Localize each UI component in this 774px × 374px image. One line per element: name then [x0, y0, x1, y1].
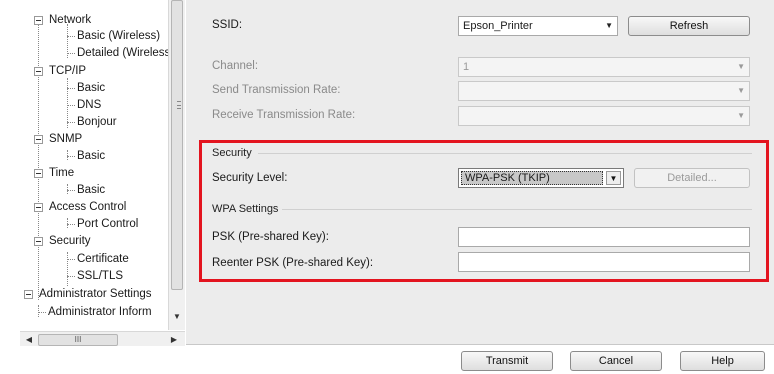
highlight-annotation-box — [199, 140, 769, 282]
tree-connector — [67, 78, 68, 128]
tree-node-label: DNS — [77, 99, 102, 111]
tree-connector — [67, 218, 68, 228]
tree-node-label: Access Control — [49, 201, 127, 213]
tree-vertical-scrollbar[interactable]: ▼ — [168, 0, 185, 330]
channel-label: Channel: — [212, 60, 259, 72]
tree-connector — [38, 312, 46, 313]
tree-node-label: Time — [49, 167, 75, 179]
chevron-down-icon: ▼ — [737, 111, 745, 120]
tree-connector — [67, 252, 68, 286]
chevron-down-icon: ▼ — [737, 86, 745, 95]
grip-icon — [177, 101, 181, 109]
tree-connector — [38, 20, 39, 300]
tree-node-label: TCP/IP — [49, 65, 87, 77]
tree-connector — [67, 184, 68, 194]
tree-connector — [67, 259, 75, 260]
tree-node-label: Detailed (Wireless — [77, 47, 171, 59]
send-rate-label: Send Transmission Rate: — [212, 84, 341, 96]
collapse-icon[interactable] — [34, 135, 43, 144]
tree-connector — [67, 122, 75, 123]
tree-node-label: SNMP — [49, 133, 83, 145]
send-rate-dropdown[interactable]: ▼ — [458, 81, 750, 101]
receive-rate-label: Receive Transmission Rate: — [212, 109, 356, 121]
tree-node-label: Port Control — [77, 218, 139, 230]
tree-connector — [67, 36, 75, 37]
tree-connector — [67, 224, 75, 225]
chevron-down-icon: ▼ — [605, 21, 613, 30]
scroll-left-icon[interactable]: ◀ — [23, 334, 35, 346]
help-button[interactable]: Help — [680, 351, 765, 371]
ssid-dropdown[interactable]: Epson_Printer ▼ — [458, 16, 618, 36]
cancel-button[interactable]: Cancel — [570, 351, 662, 371]
tree-connector — [67, 190, 75, 191]
tree-connector — [67, 150, 68, 160]
collapse-icon[interactable] — [34, 203, 43, 212]
chevron-down-icon: ▼ — [737, 62, 745, 71]
tree-node-label: Basic (Wireless) — [77, 30, 161, 42]
tree-node-label: Bonjour — [77, 116, 117, 128]
collapse-icon[interactable] — [34, 16, 43, 25]
receive-rate-dropdown[interactable]: ▼ — [458, 106, 750, 126]
tree-node-label: Administrator Inform — [48, 306, 152, 318]
tree-node-label: SSL/TLS — [77, 270, 124, 282]
dialog-button-bar: Transmit Cancel Help — [0, 346, 774, 374]
tree-node-label: Basic — [77, 150, 106, 162]
tree-node-label: Network — [49, 14, 92, 26]
scrollbar-thumb[interactable] — [171, 0, 183, 290]
ssid-value: Epson_Printer — [463, 20, 533, 32]
tree-connector — [67, 88, 75, 89]
tree-connector — [67, 276, 75, 277]
scrollbar-thumb[interactable]: III — [38, 334, 118, 346]
tree-node-label: Administrator Settings — [39, 288, 152, 300]
tree-connector — [67, 156, 75, 157]
collapse-icon[interactable] — [34, 169, 43, 178]
scroll-down-icon[interactable]: ▼ — [172, 312, 182, 322]
tree-node-label: Security — [49, 235, 91, 247]
tree-connector — [67, 105, 75, 106]
settings-tree[interactable]: Network Basic (Wireless) Detailed (Wirel… — [20, 0, 185, 330]
refresh-button[interactable]: Refresh — [628, 16, 750, 36]
tree-node-label: Basic — [77, 184, 106, 196]
transmit-button[interactable]: Transmit — [461, 351, 553, 371]
collapse-icon[interactable] — [34, 237, 43, 246]
tree-node-label: Certificate — [77, 253, 129, 265]
collapse-icon[interactable] — [34, 67, 43, 76]
tree-horizontal-scrollbar[interactable]: ◀ III ▶ — [20, 331, 185, 347]
scroll-right-icon[interactable]: ▶ — [168, 334, 180, 346]
channel-value: 1 — [463, 61, 470, 73]
tree-node-label: Basic — [77, 82, 106, 94]
channel-dropdown[interactable]: 1 ▼ — [458, 57, 750, 77]
collapse-icon[interactable] — [24, 290, 33, 299]
tree-connector — [38, 305, 39, 317]
ssid-label: SSID: — [212, 19, 243, 31]
tree-connector — [67, 53, 75, 54]
